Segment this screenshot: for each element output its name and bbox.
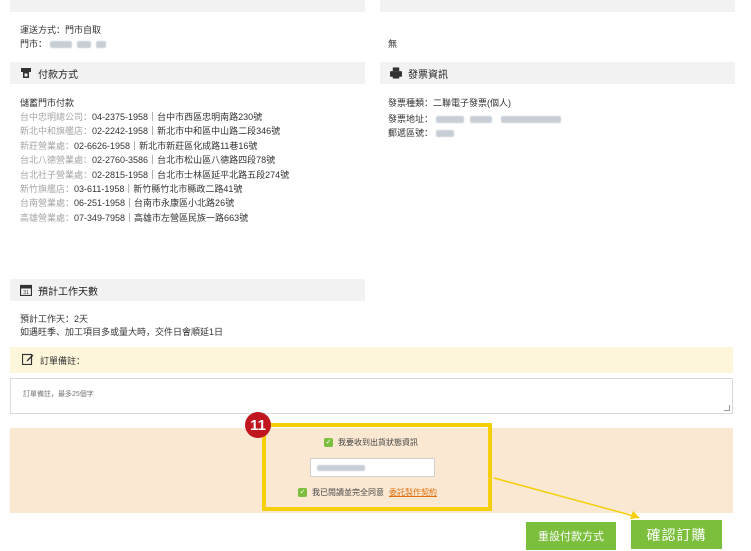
store-item-detail: 07-349-7958｜高雄市左營區民族一路663號 bbox=[74, 212, 249, 223]
invoice-address-row: 發票地址： bbox=[388, 112, 561, 125]
payment-icon bbox=[20, 67, 32, 79]
store-item: 台北八德營業處：02-2760-3586｜台北市松山區八德路四段78號 bbox=[20, 153, 275, 166]
store-item-detail: 02-2815-1958｜台北市士林區延平北路五段274號 bbox=[92, 169, 290, 180]
top-bar-left bbox=[10, 0, 365, 12]
store-row: 門市： bbox=[20, 37, 106, 50]
confirm-order-button[interactable]: 確認訂購 bbox=[631, 520, 722, 549]
reset-payment-button[interactable]: 重設付款方式 bbox=[526, 522, 616, 550]
store-item-detail: 02-6626-1958｜新北市新莊區化成路11巷16號 bbox=[74, 140, 258, 151]
store-item-name: 新莊營業處： bbox=[20, 140, 75, 151]
store-name-redacted bbox=[49, 41, 72, 49]
invoice-zip-label: 郵遞區號： bbox=[388, 128, 434, 138]
workdays-note: 如遇旺季、加工項目多或量大時，交件日會順延1日 bbox=[20, 327, 224, 337]
order-note-title: 訂單備註： bbox=[40, 355, 86, 366]
highlight-box bbox=[262, 423, 492, 511]
workdays-estimate: 預計工作天：2天 bbox=[20, 314, 89, 324]
step-badge: 11 bbox=[245, 412, 271, 438]
printer-icon bbox=[390, 67, 402, 79]
store-item: 新莊營業處：02-6626-1958｜新北市新莊區化成路11巷16號 bbox=[20, 139, 257, 152]
invoice-header: 發票資訊 bbox=[380, 62, 735, 84]
store-item: 新北中和旗艦店：02-2242-1958｜新北市中和區中山路二段346號 bbox=[20, 124, 280, 137]
invoice-address-redacted bbox=[435, 116, 464, 124]
store-item-name: 新北中和旗艦店： bbox=[20, 126, 93, 137]
invoice-zip-row: 郵遞區號： bbox=[388, 126, 454, 139]
store-label: 門市： bbox=[20, 39, 48, 49]
store-item-name: 高雄營業處： bbox=[20, 212, 75, 223]
store-item-name: 新竹旗艦店： bbox=[20, 184, 75, 194]
payment-header: 付款方式 bbox=[10, 62, 365, 84]
invoice-address-label: 發票地址： bbox=[388, 114, 434, 124]
payment-intro: 儲蓄門市付款 bbox=[20, 98, 75, 108]
store-item-detail: 03-611-1958｜新竹縣竹北市縣政二路41號 bbox=[74, 184, 243, 194]
store-item-detail: 02-2242-1958｜新北市中和區中山路二段346號 bbox=[92, 126, 281, 137]
store-item-detail: 02-2760-3586｜台北市松山區八德路四段78號 bbox=[92, 155, 276, 166]
workdays-header: 31 預計工作天數 bbox=[10, 279, 365, 301]
invoice-title: 發票資訊 bbox=[408, 69, 448, 81]
store-item: 台中忠明總公司：04-2375-1958｜台中市西區忠明南路230號 bbox=[20, 110, 262, 123]
store-item-name: 台北社子營業處： bbox=[20, 169, 93, 180]
store-item: 高雄營業處：07-349-7958｜高雄市左營區民族一路663號 bbox=[20, 211, 248, 224]
store-item: 台北社子營業處：02-2815-1958｜台北市士林區延平北路五段274號 bbox=[20, 168, 289, 181]
order-note-input[interactable] bbox=[10, 378, 733, 414]
invoice-type: 發票種類：二聯電子發票(個人) bbox=[388, 98, 511, 108]
order-note-header: 訂單備註： bbox=[10, 347, 733, 373]
store-item: 台南營業處：06-251-1958｜台南市永康區小北路26號 bbox=[20, 196, 234, 209]
store-item: 新竹旗艦店：03-611-1958｜新竹縣竹北市縣政二路41號 bbox=[20, 182, 242, 195]
svg-text:31: 31 bbox=[23, 290, 29, 296]
store-item-name: 台南營業處： bbox=[20, 198, 75, 209]
store-item-name: 台中忠明總公司： bbox=[20, 112, 93, 122]
calendar-icon: 31 bbox=[20, 284, 32, 296]
edit-note-icon bbox=[21, 353, 34, 367]
invoice-none: 無 bbox=[388, 39, 398, 49]
workdays-title: 預計工作天數 bbox=[38, 286, 98, 298]
invoice-zip-redacted bbox=[435, 130, 454, 138]
top-bar-right bbox=[380, 0, 735, 12]
payment-title: 付款方式 bbox=[38, 69, 78, 81]
delivery-method: 運送方式：門市自取 bbox=[20, 25, 102, 35]
textarea-resize-handle[interactable] bbox=[724, 405, 730, 411]
store-item-detail: 06-251-1958｜台南市永康區小北路26號 bbox=[74, 198, 235, 209]
store-item-detail: 04-2375-1958｜台中市西區忠明南路230號 bbox=[92, 112, 263, 122]
store-item-name: 台北八德營業處： bbox=[20, 155, 93, 166]
